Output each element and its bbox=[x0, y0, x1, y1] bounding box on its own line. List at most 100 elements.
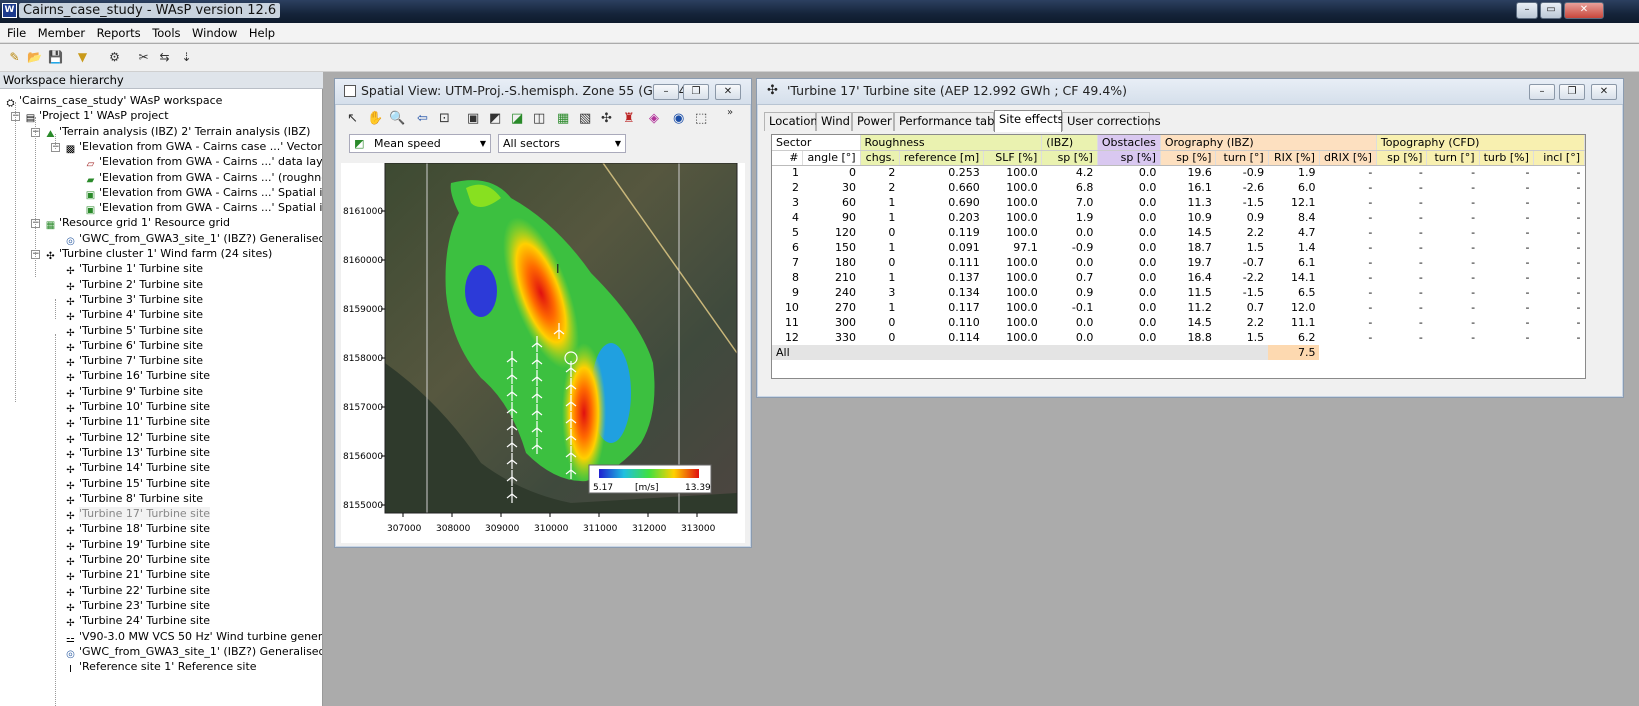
tree-node[interactable]: ✢ 'Turbine 18' Turbine site bbox=[64, 521, 210, 537]
column-header[interactable]: sp [%] bbox=[1097, 150, 1161, 166]
column-header[interactable]: reference [m] bbox=[899, 150, 985, 166]
open-member-icon[interactable]: ▼ bbox=[74, 49, 91, 66]
turbine-restore-button[interactable]: ❐ bbox=[1559, 84, 1585, 100]
tree-node[interactable]: ✢ 'Turbine 10' Turbine site bbox=[64, 399, 210, 415]
edit-layer-icon[interactable]: ◩ bbox=[489, 111, 501, 126]
tree-node[interactable]: ✢ 'Turbine 14' Turbine site bbox=[64, 460, 210, 476]
sector-select[interactable]: All sectors ▼ bbox=[498, 134, 626, 153]
table-row[interactable]: 2 30 2 0.660 100.0 6.8 0.0 16.1 -2.6 6.0 - - - - - bbox=[772, 180, 1585, 195]
pan-tool-icon[interactable]: ✋ bbox=[367, 111, 383, 126]
tree-node[interactable]: ✢ 'Turbine 1' Turbine site bbox=[64, 261, 203, 277]
tree-node[interactable]: ✢ 'Turbine 6' Turbine site bbox=[64, 338, 203, 354]
maximize-button[interactable]: ▭ bbox=[1540, 2, 1562, 19]
globe-icon[interactable]: ◉ bbox=[673, 111, 684, 126]
move-down-icon[interactable]: ⇣ bbox=[178, 49, 195, 66]
tree-node[interactable]: I 'Reference site 1' Reference site bbox=[64, 659, 257, 675]
table-row[interactable]: 11 300 0 0.110 100.0 0.0 0.0 14.5 2.2 11.1 - - - - - bbox=[772, 315, 1585, 330]
tree-node[interactable]: ✢ 'Turbine 2' Turbine site bbox=[64, 277, 203, 293]
tree-node[interactable]: ▰ 'Elevation from GWA - Cairns ...' (roug… bbox=[84, 170, 322, 186]
table-row[interactable]: 3 60 1 0.690 100.0 7.0 0.0 11.3 -1.5 12.1 - - - - - bbox=[772, 195, 1585, 210]
column-header[interactable]: turn [°] bbox=[1426, 150, 1480, 166]
all-sectors-row[interactable]: All 7.5 bbox=[772, 345, 1585, 360]
spatial-view-window[interactable]: Spatial View: UTM-Proj.-S.hemisph. Zone … bbox=[334, 78, 752, 548]
tree-node[interactable]: ✢ 'Turbine 17' Turbine site bbox=[64, 506, 211, 522]
tree-node[interactable]: ✢ 'Turbine 19' Turbine site bbox=[64, 537, 210, 553]
turbine-tool-icon[interactable]: ✣ bbox=[601, 111, 612, 126]
tree-node[interactable]: ◎ 'GWC_from_GWA3_site_1' (IBZ?) Generalis… bbox=[64, 231, 322, 247]
spatial-view-title-bar[interactable]: Spatial View: UTM-Proj.-S.hemisph. Zone … bbox=[335, 79, 751, 105]
menu-tools[interactable]: Tools bbox=[148, 23, 184, 40]
site-effects-grid[interactable]: Sector Roughness (IBZ) Obstacles Orography (… bbox=[771, 134, 1586, 379]
tree-node[interactable]: ✢ 'Turbine 21' Turbine site bbox=[64, 567, 210, 583]
tree-node[interactable]: ▣ 'Elevation from GWA - Cairns ...' Spati… bbox=[84, 200, 322, 216]
workspace-tree[interactable]: ⛭ 'Cairns_case_study' WAsP workspace ▤ 'Pro… bbox=[0, 89, 323, 706]
tab-site-effects[interactable]: Site effects bbox=[994, 110, 1064, 132]
tree-node[interactable]: ▦ 'Resource grid 1' Resource grid bbox=[44, 215, 230, 231]
obstacle-tool-icon[interactable]: ♜ bbox=[623, 111, 635, 126]
table-row[interactable]: 6 150 1 0.091 97.1 -0.9 0.0 18.7 1.5 1.4 - - - - - bbox=[772, 240, 1585, 255]
column-header[interactable]: angle [°] bbox=[802, 150, 861, 166]
variable-select[interactable]: ◩ Mean speed ▼ bbox=[349, 134, 491, 153]
draw-line-icon[interactable]: ◫ bbox=[533, 111, 545, 126]
tree-node[interactable]: ✢ 'Turbine 16' Turbine site bbox=[64, 368, 210, 384]
tree-node[interactable]: ✢ 'Turbine 8' Turbine site bbox=[64, 491, 203, 507]
column-header[interactable]: sp [%] bbox=[1041, 150, 1098, 166]
minimize-button[interactable]: – bbox=[1516, 2, 1538, 19]
table-row[interactable]: 9 240 3 0.134 100.0 0.9 0.0 11.5 -1.5 6.5 - - - - - bbox=[772, 285, 1585, 300]
table-row[interactable]: 4 90 1 0.203 100.0 1.9 0.0 10.9 0.9 8.4 - - - - - bbox=[772, 210, 1585, 225]
menu-help[interactable]: Help bbox=[245, 23, 279, 40]
column-header[interactable]: RIX [%] bbox=[1268, 150, 1320, 166]
table-row[interactable]: 8 210 1 0.137 100.0 0.7 0.0 16.4 -2.2 14.1 - - - - - bbox=[772, 270, 1585, 285]
tree-node[interactable]: ⚍ 'V90-3.0 MW VCS 50 Hz' Wind turbine gen… bbox=[64, 629, 322, 645]
tab-wind[interactable]: Wind bbox=[816, 112, 852, 131]
map-svg[interactable]: I 5.17 [m/s] 13.39 8161000 8160000 8159000… bbox=[341, 162, 745, 543]
table-row[interactable]: 7 180 0 0.111 100.0 0.0 0.0 19.7 -0.7 6.1 - - - - - bbox=[772, 255, 1585, 270]
tree-node[interactable]: ▩ 'Elevation from GWA - Cairns case ...' … bbox=[64, 139, 322, 155]
move-up-icon[interactable]: ⇆ bbox=[156, 49, 173, 66]
tree-node[interactable]: ✣ 'Turbine cluster 1' Wind farm (24 sites… bbox=[44, 246, 272, 262]
close-button[interactable]: ✕ bbox=[1564, 2, 1604, 19]
tree-node[interactable]: ✢ 'Turbine 5' Turbine site bbox=[64, 323, 203, 339]
zoom-tool-icon[interactable]: 🔍 bbox=[389, 111, 405, 126]
column-header[interactable]: # bbox=[772, 150, 804, 166]
tree-node[interactable]: ✢ 'Turbine 23' Turbine site bbox=[64, 598, 210, 614]
column-header[interactable]: sp [%] bbox=[1376, 150, 1428, 166]
column-header[interactable]: dRIX [%] bbox=[1319, 150, 1377, 166]
spatial-close-button[interactable]: ✕ bbox=[715, 84, 741, 100]
tree-node[interactable]: ▤ 'Project 1' WAsP project bbox=[24, 108, 169, 124]
layer-select-icon[interactable]: ▣ bbox=[467, 111, 479, 126]
table-row[interactable]: 5 120 0 0.119 100.0 0.0 0.0 14.5 2.2 4.7 - - - - - bbox=[772, 225, 1585, 240]
table-row[interactable]: 1 0 2 0.253 100.0 4.2 0.0 19.6 -0.9 1.9 - - - - - bbox=[772, 165, 1585, 180]
insert-member-icon[interactable]: ⚙ bbox=[106, 49, 123, 66]
tab-location[interactable]: Location bbox=[764, 112, 818, 131]
tree-node[interactable]: ✢ 'Turbine 11' Turbine site bbox=[64, 414, 210, 430]
turbine-window-title-bar[interactable]: ✣ 'Turbine 17' Turbine site (AEP 12.992 … bbox=[757, 79, 1623, 105]
spatial-restore-button[interactable]: ❐ bbox=[683, 84, 709, 100]
tree-node[interactable]: ✢ 'Turbine 7' Turbine site bbox=[64, 353, 203, 369]
tree-node[interactable]: ▱ 'Elevation from GWA - Cairns ...' data … bbox=[84, 154, 322, 170]
new-workspace-icon[interactable]: ✎ bbox=[6, 49, 23, 66]
tree-node[interactable]: ◎ 'GWC_from_GWA3_site_1' (IBZ?) Generalis… bbox=[64, 644, 322, 660]
tree-node[interactable]: ✢ 'Turbine 12' Turbine site bbox=[64, 430, 210, 446]
menu-reports[interactable]: Reports bbox=[93, 23, 145, 40]
save-icon[interactable]: 💾 bbox=[47, 49, 64, 66]
tab-power[interactable]: Power bbox=[852, 112, 894, 131]
tree-node[interactable]: ✢ 'Turbine 22' Turbine site bbox=[64, 583, 210, 599]
pointer-tool-icon[interactable]: ↖ bbox=[347, 111, 358, 126]
grid-layer-icon[interactable]: ▦ bbox=[557, 111, 569, 126]
tree-node[interactable]: ✢ 'Turbine 20' Turbine site bbox=[64, 552, 210, 568]
tree-node[interactable]: ✢ 'Turbine 13' Turbine site bbox=[64, 445, 210, 461]
turbine-site-window[interactable]: ✣ 'Turbine 17' Turbine site (AEP 12.992 … bbox=[756, 78, 1624, 398]
menu-file[interactable]: File bbox=[3, 23, 30, 40]
more-tools-icon[interactable]: » bbox=[727, 107, 733, 118]
table-row[interactable]: 12 330 0 0.114 100.0 0.0 0.0 18.8 1.5 6.2 - - - - - bbox=[772, 330, 1585, 345]
tree-node[interactable]: ⛭ 'Cairns_case_study' WAsP workspace bbox=[4, 93, 223, 109]
tree-node[interactable]: ✢ 'Turbine 4' Turbine site bbox=[64, 307, 203, 323]
map-canvas[interactable]: I 5.17 [m/s] 13.39 8161000 8160000 8159000… bbox=[341, 162, 745, 543]
column-header[interactable]: chgs. bbox=[860, 150, 900, 166]
column-header[interactable]: incl [°] bbox=[1533, 150, 1585, 166]
open-workspace-icon[interactable]: 📂 bbox=[26, 49, 43, 66]
turbine-minimize-button[interactable]: – bbox=[1529, 84, 1555, 100]
tree-node[interactable]: ⛰ 'Terrain analysis (IBZ) 2' Terrain anal… bbox=[44, 124, 310, 140]
tree-node[interactable]: ✢ 'Turbine 15' Turbine site bbox=[64, 476, 210, 492]
